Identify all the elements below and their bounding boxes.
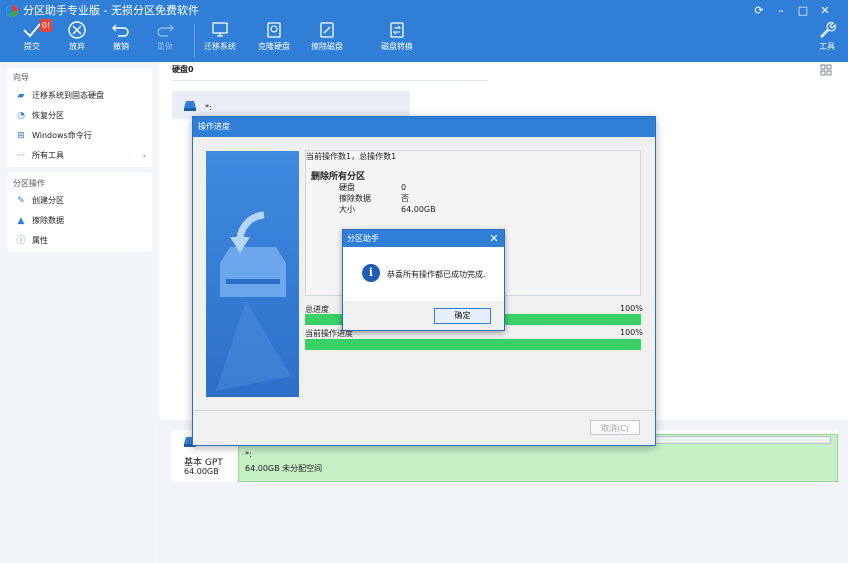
sidebar-item-label: 创建分区 <box>32 196 64 205</box>
create-partition-icon: ✎ <box>17 196 25 206</box>
toolbar-divider <box>194 24 195 58</box>
dialog-title: 操作进度 <box>198 122 230 131</box>
log-key: 大小 <box>339 205 355 214</box>
discard-icon <box>68 21 86 39</box>
sidebar-item-label: 擦除数据 <box>32 216 64 225</box>
disk-icon <box>184 101 196 111</box>
sidebar-item-windows-cmd[interactable]: ⊞ Windows命令行 <box>16 127 150 145</box>
chevron-right-icon: › <box>142 151 146 160</box>
download-disk-icon <box>216 211 291 391</box>
wipe-disk-icon <box>320 22 334 38</box>
clone-disk-button[interactable]: 克隆硬盘 <box>254 20 294 60</box>
convert-disk-icon <box>390 22 404 38</box>
info-icon: ⓘ <box>16 236 26 246</box>
log-value: 否 <box>401 194 409 203</box>
log-key: 硬盘 <box>339 183 355 192</box>
window-title: 分区助手专业版 - 无损分区免费软件 <box>23 4 199 17</box>
recover-icon: ◔ <box>17 111 25 121</box>
clone-disk-icon <box>267 22 281 38</box>
sidebar-item-properties[interactable]: ⓘ 属性 <box>16 232 150 250</box>
redo-button[interactable]: 重做 <box>145 20 185 60</box>
sidebar-item-recover-partition[interactable]: ◔ 恢复分区 <box>16 107 150 125</box>
message-text: 恭喜所有操作都已成功完成. <box>387 270 486 279</box>
redo-icon <box>157 24 174 37</box>
log-key: 擦除数据 <box>339 194 371 203</box>
dialog-divider <box>193 410 655 411</box>
refresh-button[interactable]: ⟳ <box>750 2 768 20</box>
wrench-icon <box>820 21 837 38</box>
tools-label: 工具 <box>819 42 835 51</box>
clone-disk-label: 克隆硬盘 <box>258 42 290 51</box>
log-summary: 当前操作数1，总操作数1 <box>306 152 397 161</box>
convert-disk-label: 磁盘转换 <box>381 42 413 51</box>
undo-button[interactable]: 撤销 <box>101 20 141 60</box>
minimize-button[interactable]: – <box>772 2 790 20</box>
undo-label: 撤销 <box>113 42 129 51</box>
tools-button[interactable]: 工具 <box>807 20 847 60</box>
current-progress-fill <box>305 339 641 350</box>
disk-size: 64.00GB <box>184 467 219 476</box>
close-icon[interactable]: ✕ <box>487 230 501 247</box>
log-value: 0 <box>401 183 407 192</box>
migrate-icon: ▰ <box>17 91 25 101</box>
sidebar-item-migrate-ssd[interactable]: ▰ 迁移系统到固态硬盘 <box>16 87 150 105</box>
partition-desc: 64.00GB 未分配空间 <box>245 464 323 473</box>
disk-card-label: *: <box>205 103 212 112</box>
partition-label: *: <box>245 450 252 459</box>
migrate-os-button[interactable]: 迁移系统 <box>200 20 240 60</box>
cancel-button[interactable]: 取消(C) <box>590 420 640 435</box>
total-progress-percent: 100% <box>620 304 643 313</box>
sidebar-item-wipe-data[interactable]: ▲ 擦除数据 <box>16 212 150 230</box>
more-icon: ··· <box>16 151 26 161</box>
close-window-button[interactable]: ✕ <box>816 2 834 20</box>
migrate-os-icon <box>212 22 228 37</box>
wizard-heading: 向导 <box>13 73 29 82</box>
redo-label: 重做 <box>157 42 173 51</box>
log-value: 64.00GB <box>401 205 436 214</box>
ok-button[interactable]: 确定 <box>434 308 491 324</box>
discard-label: 放弃 <box>69 42 85 51</box>
partition-heading: 分区操作 <box>13 179 45 188</box>
discard-button[interactable]: 放弃 <box>57 20 97 60</box>
sidebar-item-label: Windows命令行 <box>32 131 92 140</box>
divider <box>172 80 488 81</box>
info-icon: i <box>362 264 380 282</box>
windows-icon: ⊞ <box>17 131 25 141</box>
current-progress-bar <box>305 339 641 350</box>
current-progress-percent: 100% <box>620 328 643 337</box>
wipe-data-icon: ▲ <box>17 216 25 226</box>
sidebar-item-label: 恢复分区 <box>32 111 64 120</box>
sidebar-item-label: 所有工具 <box>32 151 64 160</box>
view-toggle-icon[interactable] <box>820 64 832 76</box>
migrate-os-label: 迁移系统 <box>204 42 236 51</box>
maximize-button[interactable]: □ <box>794 2 812 20</box>
log-operation: 删除所有分区 <box>311 172 366 182</box>
wipe-disk-button[interactable]: 擦除磁盘 <box>307 20 347 60</box>
sidebar-item-label: 迁移系统到固态硬盘 <box>32 91 104 100</box>
submit-label: 提交 <box>24 42 40 51</box>
sidebar-item-all-tools[interactable]: ··· 所有工具 › <box>16 147 150 165</box>
disk-title: 硬盘0 <box>172 65 194 74</box>
sidebar-item-label: 属性 <box>32 236 48 245</box>
message-title: 分区助手 <box>347 234 379 243</box>
app-logo-icon <box>5 4 18 18</box>
undo-icon <box>112 24 129 37</box>
sidebar-item-create-partition[interactable]: ✎ 创建分区 <box>16 192 150 210</box>
pending-ops-badge: 0! <box>40 19 52 32</box>
dialog-illustration <box>206 151 299 397</box>
convert-disk-button[interactable]: 磁盘转换 <box>377 20 417 60</box>
dialog-title-bar <box>193 117 655 137</box>
wipe-disk-label: 擦除磁盘 <box>311 42 343 51</box>
